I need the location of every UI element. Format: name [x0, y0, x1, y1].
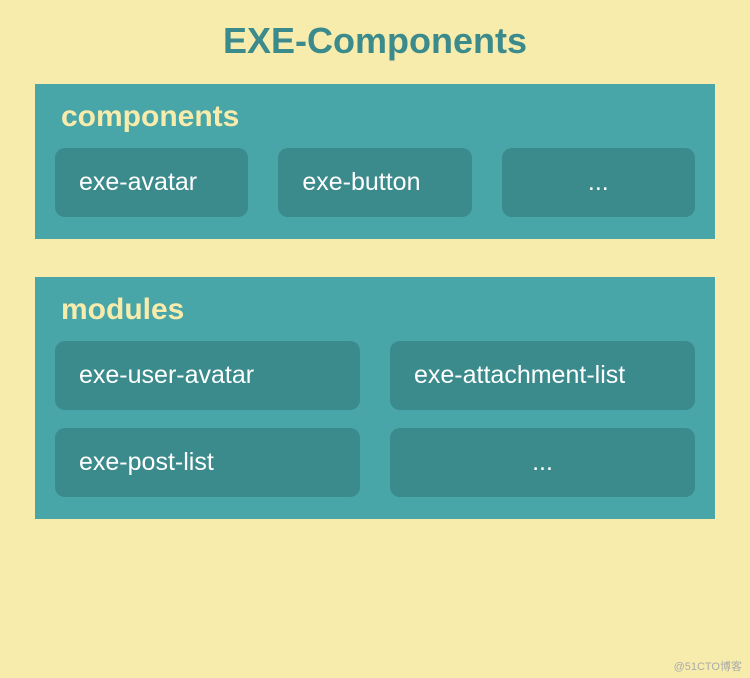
component-item: exe-button — [278, 148, 471, 217]
module-item: exe-attachment-list — [390, 341, 695, 410]
module-item-more: ... — [390, 428, 695, 497]
page-title: EXE-Components — [35, 20, 715, 62]
component-item: exe-avatar — [55, 148, 248, 217]
module-item: exe-user-avatar — [55, 341, 360, 410]
modules-section: modules exe-user-avatar exe-attachment-l… — [35, 277, 715, 519]
components-section: components exe-avatar exe-button ... — [35, 84, 715, 239]
modules-header: modules — [55, 293, 695, 327]
component-item-more: ... — [502, 148, 695, 217]
modules-row-2: exe-post-list ... — [55, 428, 695, 497]
components-row: exe-avatar exe-button ... — [55, 148, 695, 217]
module-item: exe-post-list — [55, 428, 360, 497]
modules-row-1: exe-user-avatar exe-attachment-list — [55, 341, 695, 410]
watermark: @51CTO博客 — [674, 658, 742, 674]
components-header: components — [55, 100, 695, 134]
